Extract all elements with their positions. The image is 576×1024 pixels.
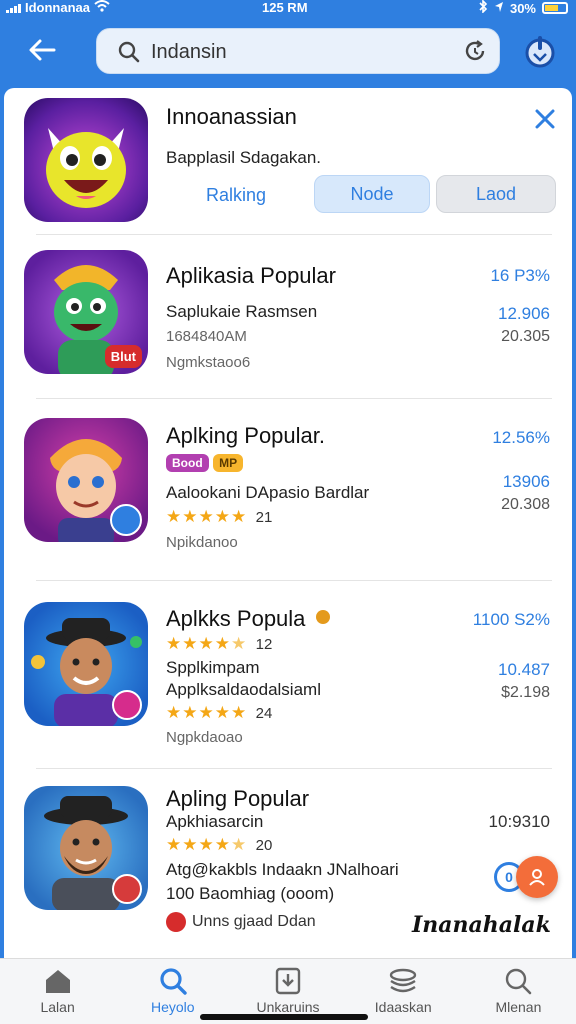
app-downloads: $2.198 bbox=[501, 684, 550, 701]
medal-icon bbox=[316, 610, 330, 624]
rating-count: 12 bbox=[255, 636, 273, 653]
load-button[interactable]: Laod bbox=[436, 175, 556, 213]
app-title: Aplikasia Popular bbox=[166, 263, 336, 288]
location-icon bbox=[494, 1, 504, 16]
nav-label: Lalan bbox=[40, 999, 75, 1015]
app-icon-1[interactable]: Blut bbox=[24, 250, 148, 374]
app-rating: ★★★★★ 21 bbox=[166, 507, 272, 527]
app-badge: Blut bbox=[104, 345, 142, 368]
app-title: Apling Popular bbox=[166, 786, 310, 811]
watermark: Inanahalak bbox=[412, 912, 551, 938]
wifi-icon bbox=[94, 0, 110, 15]
app-detail: 100 Baomhiag (ooom) bbox=[166, 884, 335, 903]
bluetooth-icon bbox=[478, 0, 488, 16]
app-subtitle: Aalookani DApasio Bardlar bbox=[166, 483, 370, 502]
star-rating-icon: ★★★★★ bbox=[166, 703, 248, 722]
home-icon bbox=[45, 970, 70, 993]
app-meta: Unns gjaad Ddan bbox=[192, 913, 316, 930]
app-title: Innoanassian bbox=[166, 104, 297, 129]
app-downloads: 20.305 bbox=[501, 328, 550, 345]
battery-icon bbox=[542, 2, 568, 14]
rating-count: 24 bbox=[255, 705, 273, 722]
refresh-icon[interactable] bbox=[463, 39, 487, 68]
app-tag: MP bbox=[213, 454, 244, 472]
play-icon bbox=[110, 504, 142, 536]
app-icon-4[interactable] bbox=[24, 786, 148, 910]
nav-label: Mlenan bbox=[495, 999, 542, 1015]
rating-count: 20 bbox=[255, 837, 273, 854]
app-percent: 16 P3% bbox=[490, 266, 550, 285]
app-subtitle: Spplkimpam bbox=[166, 658, 260, 677]
app-downloads: 20.308 bbox=[501, 496, 550, 513]
divider bbox=[36, 398, 552, 399]
app-subtitle: Bapplasil Sdagakan. bbox=[166, 148, 322, 167]
app-detail: Atg@kakbls Indaakn JNalhoari bbox=[166, 860, 399, 879]
rating-count: 21 bbox=[255, 509, 273, 526]
app-percent: 12.56% bbox=[492, 428, 550, 447]
ranking-button[interactable]: Ralking bbox=[166, 176, 306, 214]
app-icon-3[interactable] bbox=[24, 602, 148, 726]
carrier-label: Idonnanaa bbox=[25, 0, 91, 15]
monster-mascot-icon bbox=[46, 128, 126, 208]
shield-button[interactable] bbox=[522, 34, 558, 70]
app-percent: 1100 S2% bbox=[472, 610, 550, 629]
app-rating: ★★★★★ 20 bbox=[166, 835, 272, 855]
nav-label: Heyolo bbox=[151, 999, 195, 1015]
search-icon bbox=[117, 40, 141, 69]
app-percent: 10:9310 bbox=[488, 812, 550, 831]
top-bar: Indansin bbox=[0, 16, 576, 88]
download-icon bbox=[275, 967, 301, 995]
divider bbox=[36, 768, 552, 769]
arrow-left-icon bbox=[29, 39, 56, 61]
app-price: 10.487 bbox=[498, 660, 550, 679]
stack-icon bbox=[390, 968, 417, 993]
app-icon-header[interactable] bbox=[24, 98, 148, 222]
app-icon-2[interactable] bbox=[24, 418, 148, 542]
back-button[interactable] bbox=[22, 30, 62, 70]
battery-label: 30% bbox=[509, 0, 536, 16]
close-icon bbox=[535, 109, 555, 129]
app-detail: 1684840AM bbox=[166, 328, 247, 345]
star-rating-icon: ★★★★★ bbox=[166, 634, 248, 653]
nav-item-more[interactable]: Mlenan bbox=[461, 959, 576, 1024]
app-rating: ★★★★★ 24 bbox=[166, 703, 272, 723]
app-subtitle: Saplukaie Rasmsen bbox=[166, 302, 318, 321]
badge-icon bbox=[112, 874, 142, 904]
divider bbox=[36, 234, 552, 235]
app-title: Aplking Popular. bbox=[166, 423, 325, 448]
nav-item-home[interactable]: Lalan bbox=[0, 959, 115, 1024]
badge-icon bbox=[112, 690, 142, 720]
close-button[interactable] bbox=[530, 104, 560, 134]
node-button[interactable]: Node bbox=[314, 175, 430, 213]
app-meta: Ngmkstaoo6 bbox=[166, 354, 251, 371]
app-rating: ★★★★★ 12 bbox=[166, 634, 272, 654]
divider bbox=[36, 580, 552, 581]
app-price: 13906 bbox=[502, 472, 550, 491]
nav-label: Idaaskan bbox=[374, 999, 432, 1015]
search-icon bbox=[506, 968, 532, 995]
app-price: 12.906 bbox=[498, 304, 550, 323]
app-tag: Bood bbox=[166, 454, 209, 472]
star-rating-icon: ★★★★★ bbox=[166, 507, 248, 526]
search-icon bbox=[160, 968, 187, 995]
status-bar: Idonnanaa 125 RM 30% bbox=[0, 0, 576, 16]
star-rating-icon: ★★★★★ bbox=[166, 835, 248, 854]
shield-icon bbox=[525, 36, 555, 68]
search-input[interactable]: Indansin bbox=[96, 28, 500, 74]
app-meta: Ngpkdaoao bbox=[166, 729, 243, 746]
alert-icon bbox=[166, 912, 186, 932]
nav-label: Unkaruins bbox=[256, 999, 320, 1015]
app-detail: Applksaldaodalsiaml bbox=[166, 680, 321, 699]
signal-icon bbox=[6, 3, 21, 13]
home-indicator bbox=[200, 1014, 368, 1020]
app-subtitle: Apkhiasarcin bbox=[166, 812, 264, 831]
floating-action-button[interactable] bbox=[516, 856, 558, 898]
search-query: Indansin bbox=[151, 41, 227, 63]
profile-icon bbox=[529, 869, 545, 886]
app-meta: Npikdanoo bbox=[166, 534, 238, 551]
app-title: Aplkks Popula bbox=[166, 606, 306, 631]
clock: 125 RM bbox=[262, 0, 308, 15]
